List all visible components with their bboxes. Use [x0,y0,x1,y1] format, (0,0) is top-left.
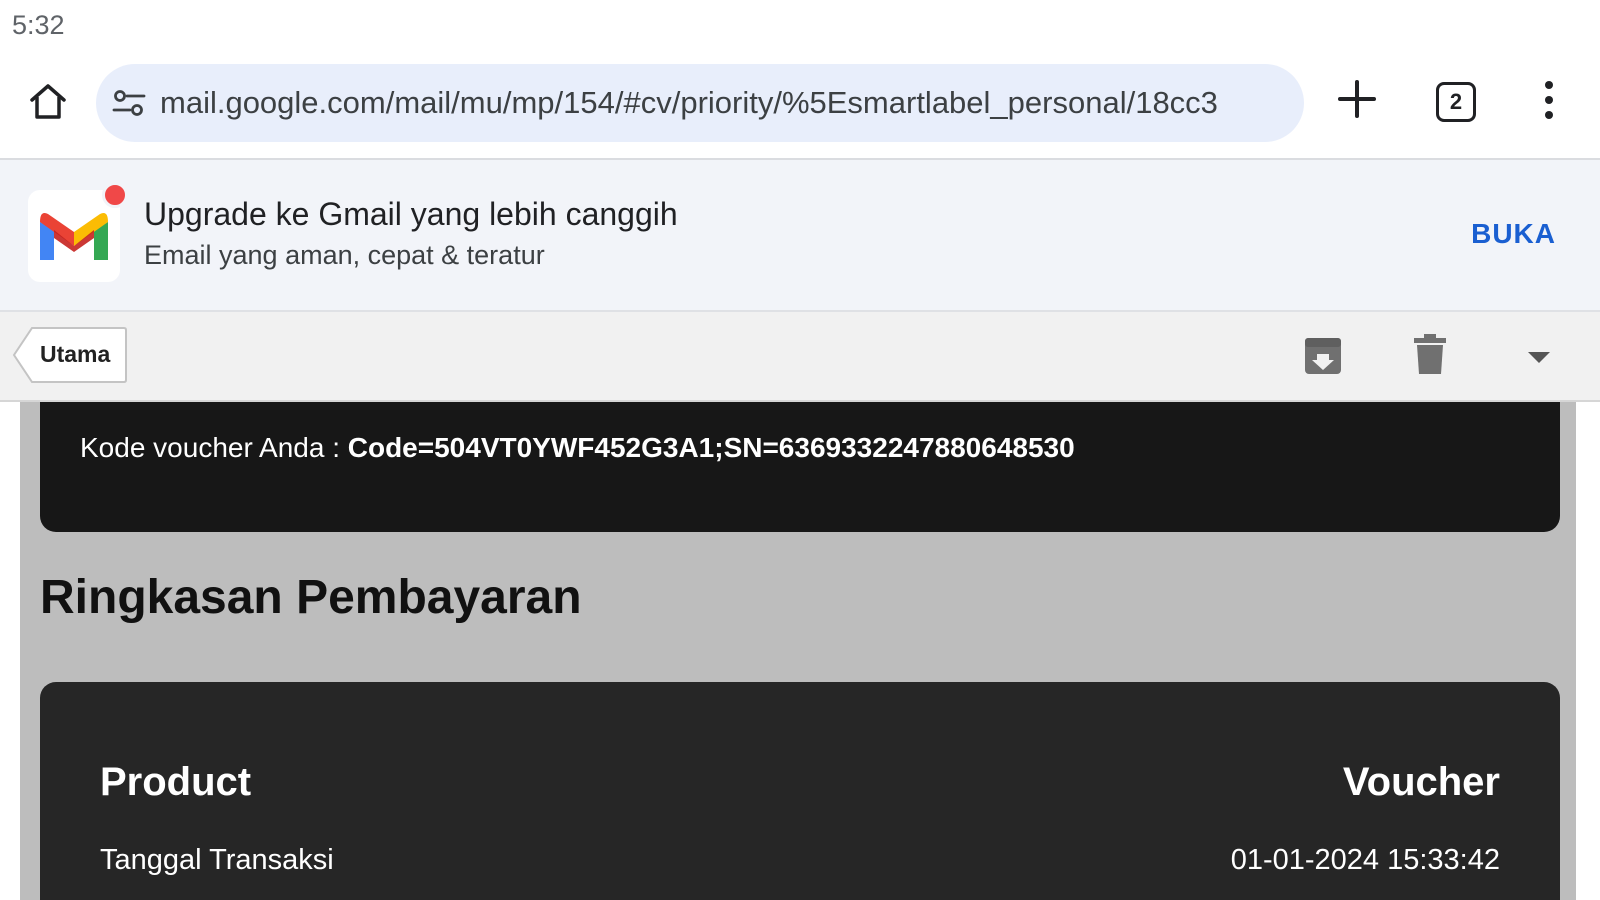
notification-dot [102,182,128,208]
archive-icon[interactable] [1304,336,1342,376]
status-bar: 5:32 [0,0,1600,50]
email-content: Kode voucher Anda : Code=504VT0YWF452G3A… [0,402,1600,900]
banner-title: Upgrade ke Gmail yang lebih canggih [144,196,678,232]
summary-label-product: Product [100,760,252,804]
url-text[interactable]: mail.google.com/mail/mu/mp/154/#cv/prior… [160,84,1290,122]
summary-card: Product Voucher Tanggal Transaksi 01-01-… [40,682,1560,900]
browser-toolbar: mail.google.com/mail/mu/mp/154/#cv/prior… [0,50,1600,160]
more-vert-icon[interactable] [1536,78,1562,122]
scroll-rail [1576,402,1600,900]
tab-switcher-button[interactable]: 2 [1436,82,1476,122]
gmail-logo-icon [40,213,108,260]
home-button[interactable] [26,80,70,124]
gmail-upgrade-banner: Upgrade ke Gmail yang lebih canggih Emai… [0,160,1600,312]
new-tab-plus-icon[interactable] [1336,78,1378,120]
home-icon [30,84,66,119]
email-action-bar: Utama [0,312,1600,402]
trash-icon[interactable] [1414,334,1446,374]
site-settings-icon[interactable] [112,86,146,120]
banner-subtitle: Email yang aman, cepat & teratur [144,240,545,270]
voucher-code: Code=504VT0YWF452G3A1;SN=636933224788064… [347,432,1075,463]
url-bar[interactable]: mail.google.com/mail/mu/mp/154/#cv/prior… [96,64,1304,142]
summary-heading: Ringkasan Pembayaran [40,571,582,624]
chevron-down-icon[interactable] [1528,350,1550,364]
voucher-line: Kode voucher Anda : Code=504VT0YWF452G3A… [80,432,1075,464]
tab-count: 2 [1449,89,1463,114]
voucher-prefix: Kode voucher Anda : [80,432,348,463]
open-app-button[interactable]: BUKA [1471,218,1556,250]
back-label: Utama [40,341,111,367]
summary-value-date: 01-01-2024 15:33:42 [1230,844,1500,876]
summary-value-product: Voucher [1342,760,1500,804]
status-time: 5:32 [12,10,65,40]
summary-label-date: Tanggal Transaksi [100,844,334,876]
voucher-box: Kode voucher Anda : Code=504VT0YWF452G3A… [40,402,1560,532]
